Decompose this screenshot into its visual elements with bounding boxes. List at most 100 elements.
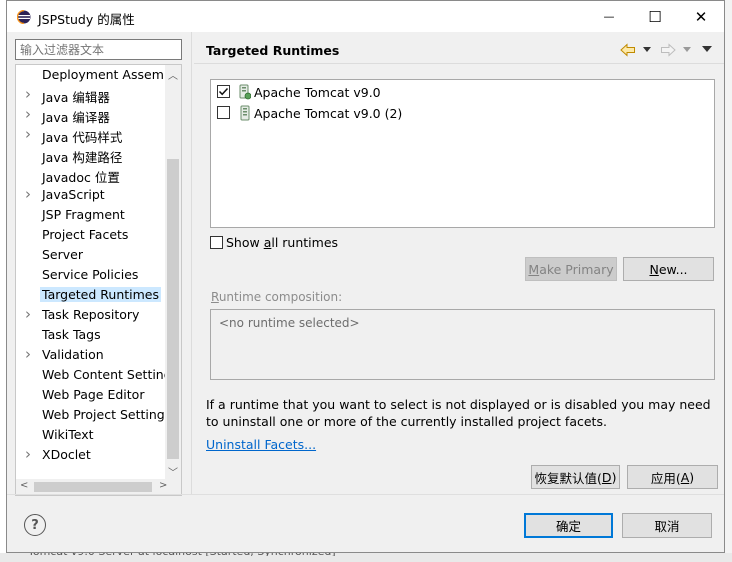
- pane-divider[interactable]: [191, 32, 192, 494]
- tree-item[interactable]: › Task Repository: [16, 305, 174, 325]
- tree-item-label: Java 构建路径: [42, 150, 123, 165]
- tree-item-label: Java 编辑器: [42, 90, 110, 105]
- show-all-runtimes-option[interactable]: Show all runtimes: [210, 235, 350, 251]
- ok-button[interactable]: 确定: [524, 513, 613, 538]
- maximize-button[interactable]: ☐: [632, 1, 678, 32]
- tree-item-label: WikiText: [42, 427, 94, 442]
- properties-dialog: JSPStudy 的属性 — ☐ ✕ Deployment Assembly › J…: [6, 0, 725, 553]
- tree-item-label: Web Content Settings: [42, 367, 179, 382]
- tree-hscroll-thumb[interactable]: [34, 482, 152, 492]
- tree-vertical-scrollbar[interactable]: ︿ ﹀: [165, 65, 181, 480]
- expand-arrow-icon[interactable]: ›: [25, 85, 35, 103]
- show-all-runtimes-checkbox[interactable]: [210, 236, 223, 249]
- tree-item[interactable]: › JavaScript: [16, 185, 174, 205]
- help-button[interactable]: ?: [24, 514, 46, 536]
- tree-item[interactable]: Web Page Editor: [16, 385, 174, 405]
- maximize-icon: ☐: [648, 7, 662, 26]
- tree-item-label: Service Policies: [42, 267, 139, 282]
- scroll-down-icon[interactable]: ﹀: [168, 464, 178, 479]
- tree-item-label: Java 编译器: [42, 110, 110, 125]
- tree-item-label: Task Tags: [42, 327, 101, 342]
- new-runtime-button[interactable]: New...: [623, 257, 714, 281]
- background-side-strip: [724, 0, 732, 562]
- tree-item[interactable]: Javadoc 位置: [16, 165, 174, 185]
- back-dropdown-icon[interactable]: [643, 47, 651, 53]
- tree-item-label: Java 代码样式: [42, 130, 123, 145]
- scroll-left-icon[interactable]: <: [20, 480, 28, 491]
- tree-item-label: XDoclet: [42, 447, 91, 462]
- tree-item[interactable]: Web Content Settings: [16, 365, 178, 385]
- tree-item[interactable]: Web Project Settings: [16, 405, 174, 425]
- tree-item[interactable]: › Java 代码样式: [16, 125, 174, 145]
- runtime-label: Apache Tomcat v9.0 (2): [254, 106, 403, 121]
- forward-dropdown-icon[interactable]: [683, 47, 691, 53]
- scroll-up-icon[interactable]: ︿: [168, 67, 178, 82]
- uninstall-facets-link[interactable]: Uninstall Facets...: [206, 437, 316, 452]
- header-separator: [194, 63, 724, 64]
- tree-item[interactable]: WikiText: [16, 425, 174, 445]
- footer-separator: [7, 494, 724, 495]
- runtime-label: Apache Tomcat v9.0: [254, 85, 381, 100]
- tree-item-label: Javadoc 位置: [42, 170, 120, 185]
- tree-item-label: Web Project Settings: [42, 407, 172, 422]
- runtime-checkbox[interactable]: [217, 106, 230, 119]
- tree-item-label: JSP Fragment: [42, 207, 125, 222]
- tree-item[interactable]: › Java 编译器: [16, 105, 174, 125]
- expand-arrow-icon[interactable]: ›: [25, 345, 35, 363]
- tree-item-label: Project Facets: [42, 227, 129, 242]
- filter-input[interactable]: [15, 39, 182, 60]
- view-menu-icon[interactable]: [702, 46, 712, 53]
- apply-button[interactable]: 应用(A): [627, 465, 718, 489]
- tree-item-label: Targeted Runtimes: [40, 287, 161, 302]
- info-text: If a runtime that you want to select is …: [206, 397, 711, 429]
- tree-item-label: Validation: [42, 347, 104, 362]
- title-bar: JSPStudy 的属性 — ☐ ✕: [7, 1, 724, 32]
- expand-arrow-icon[interactable]: ›: [25, 185, 35, 203]
- expand-arrow-icon[interactable]: ›: [25, 125, 35, 143]
- cancel-button[interactable]: 取消: [622, 513, 712, 538]
- tree-item[interactable]: Deployment Assembly: [16, 65, 181, 85]
- show-all-runtimes-label: Show all runtimes: [226, 235, 339, 250]
- tree-item[interactable]: › Validation: [16, 345, 174, 365]
- tree-item[interactable]: › Java 编辑器: [16, 85, 174, 105]
- expand-arrow-icon[interactable]: ›: [25, 105, 35, 123]
- expand-arrow-icon[interactable]: ›: [25, 445, 35, 463]
- runtime-checkbox[interactable]: [217, 85, 230, 98]
- tree-item-label: Task Repository: [42, 307, 140, 322]
- tree-item[interactable]: Java 构建路径: [16, 145, 174, 165]
- back-arrow-icon[interactable]: [620, 43, 636, 57]
- tree-item[interactable]: › XDoclet: [16, 445, 174, 465]
- help-icon: ?: [31, 517, 39, 533]
- tree-item[interactable]: Service Policies: [16, 265, 174, 285]
- eclipse-icon: [17, 10, 31, 24]
- scroll-right-icon[interactable]: >: [159, 480, 167, 491]
- server-runtime-icon: [240, 105, 250, 121]
- tree-horizontal-scrollbar[interactable]: < >: [16, 479, 181, 495]
- runtimes-list: Apache Tomcat v9.0 Apache Tomcat v9.0 (2…: [210, 79, 715, 228]
- close-icon: ✕: [694, 7, 708, 26]
- tree-item[interactable]: Project Facets: [16, 225, 174, 245]
- tree-item[interactable]: Targeted Runtimes: [16, 285, 174, 305]
- tree-item-label: Server: [42, 247, 83, 262]
- property-page-tree: Deployment Assembly › Java 编辑器 › Java 编译器 › Ja…: [15, 64, 182, 496]
- tree-item-label: Web Page Editor: [42, 387, 145, 402]
- tree-item[interactable]: Server: [16, 245, 174, 265]
- forward-arrow-icon[interactable]: [660, 43, 676, 57]
- runtime-composition-label: Runtime composition:: [211, 290, 343, 304]
- make-primary-button[interactable]: Make Primary: [525, 257, 617, 281]
- checkmark-icon: [218, 87, 229, 96]
- window-title: JSPStudy 的属性: [38, 12, 135, 27]
- close-button[interactable]: ✕: [678, 1, 724, 32]
- expand-arrow-icon[interactable]: ›: [25, 305, 35, 323]
- tree-item-label: Deployment Assembly: [42, 67, 182, 82]
- page-title: Targeted Runtimes: [206, 43, 340, 58]
- minimize-button[interactable]: —: [586, 1, 632, 32]
- tree-item[interactable]: JSP Fragment: [16, 205, 174, 225]
- restore-defaults-button[interactable]: 恢复默认值(D): [531, 465, 620, 489]
- minimize-icon: —: [603, 10, 615, 23]
- tree-item-label: JavaScript: [42, 187, 105, 202]
- runtime-composition-box: <no runtime selected>: [210, 309, 715, 380]
- tree-scroll-thumb[interactable]: [167, 159, 179, 459]
- tree-item[interactable]: Task Tags: [16, 325, 174, 345]
- server-runtime-icon: [239, 84, 251, 100]
